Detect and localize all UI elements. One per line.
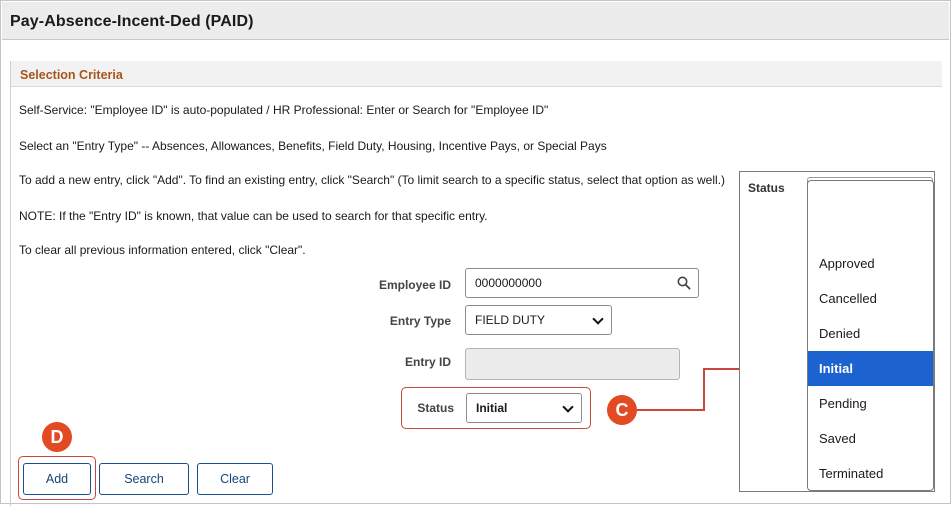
entry-id-field[interactable]	[465, 348, 680, 380]
callout-line	[703, 369, 705, 411]
status-option-blank[interactable]	[808, 183, 933, 218]
clear-button[interactable]: Clear	[197, 463, 273, 495]
employee-id-label: Employee ID	[378, 278, 451, 292]
instruction-line: Select an "Entry Type" -- Absences, Allo…	[19, 139, 607, 153]
employee-id-field[interactable]: 0000000000	[465, 268, 699, 298]
status-value: Initial	[476, 401, 508, 415]
employee-id-value: 0000000000	[475, 276, 542, 290]
section-header: Selection Criteria	[11, 61, 942, 87]
section-title: Selection Criteria	[20, 68, 123, 82]
add-button[interactable]: Add	[23, 463, 91, 495]
status-option-terminated[interactable]: Terminated	[808, 456, 933, 491]
page-title: Pay-Absence-Incent-Ded (PAID)	[10, 13, 254, 30]
magnifier-icon[interactable]	[677, 276, 691, 290]
status-option-cancelled[interactable]: Cancelled	[808, 281, 933, 316]
callout-line	[637, 409, 704, 411]
callout-marker-c: C	[607, 395, 637, 425]
entry-id-label: Entry ID	[404, 355, 451, 369]
entry-type-label: Entry Type	[389, 314, 451, 328]
chevron-down-icon	[592, 313, 604, 325]
search-button[interactable]: Search	[99, 463, 189, 495]
status-option-approved[interactable]: Approved	[808, 246, 933, 281]
instruction-line: NOTE: If the "Entry ID" is known, that v…	[19, 209, 488, 223]
instruction-line: To clear all previous information entere…	[19, 243, 306, 257]
status-option-pending[interactable]: Pending	[808, 386, 933, 421]
status-select[interactable]: Initial	[466, 393, 582, 423]
status-options-list[interactable]: Approved Cancelled Denied Initial Pendin…	[807, 180, 934, 491]
page-header: Pay-Absence-Incent-Ded (PAID)	[2, 2, 949, 40]
inset-status-label: Status	[748, 181, 785, 195]
entry-type-value: FIELD DUTY	[475, 313, 546, 327]
callout-marker-d: D	[42, 422, 72, 452]
chevron-down-icon	[562, 401, 574, 413]
status-label: Status	[417, 401, 454, 415]
instruction-line: To add a new entry, click "Add". To find…	[19, 173, 726, 187]
status-option-initial[interactable]: Initial	[808, 351, 933, 386]
status-option-saved[interactable]: Saved	[808, 421, 933, 456]
entry-type-select[interactable]: FIELD DUTY	[465, 305, 612, 335]
instruction-line: Self-Service: "Employee ID" is auto-popu…	[19, 103, 549, 117]
status-option-denied[interactable]: Denied	[808, 316, 933, 351]
